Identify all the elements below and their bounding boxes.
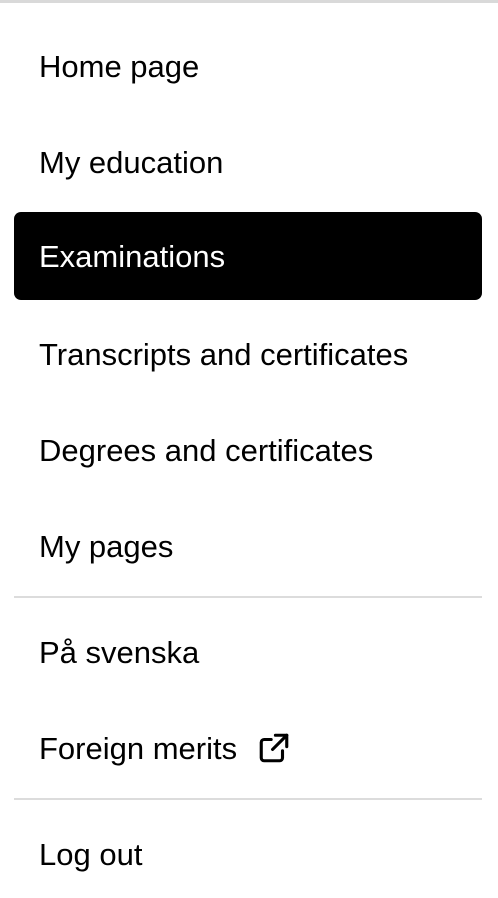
menu-item-transcripts-and-certificates[interactable]: Transcripts and certificates <box>14 310 482 398</box>
external-link-icon <box>257 731 291 765</box>
menu-item-pa-svenska[interactable]: På svenska <box>14 608 482 696</box>
menu-item-label: My education <box>39 144 224 180</box>
menu-divider <box>14 596 482 598</box>
menu-item-label: My pages <box>39 528 174 564</box>
menu-item-my-education[interactable]: My education <box>14 118 482 206</box>
menu-item-label: Examinations <box>39 238 226 274</box>
menu-item-label: Degrees and certificates <box>39 432 374 468</box>
menu-item-degrees-and-certificates[interactable]: Degrees and certificates <box>14 406 482 494</box>
menu-item-label: Transcripts and certificates <box>39 336 409 372</box>
logout-label: Log out <box>39 836 143 872</box>
top-border <box>0 0 498 3</box>
menu-item-foreign-merits[interactable]: Foreign merits <box>14 704 482 792</box>
menu-item-my-pages[interactable]: My pages <box>14 502 482 590</box>
menu-item-home-page[interactable]: Home page <box>14 22 482 110</box>
menu-item-label: På svenska <box>39 634 200 670</box>
menu-item-examinations[interactable]: Examinations <box>14 212 482 300</box>
menu-divider <box>14 798 482 800</box>
menu-item-label: Foreign merits <box>39 730 238 766</box>
logout-button[interactable]: Log out <box>14 810 482 898</box>
menu-item-label: Home page <box>39 48 200 84</box>
